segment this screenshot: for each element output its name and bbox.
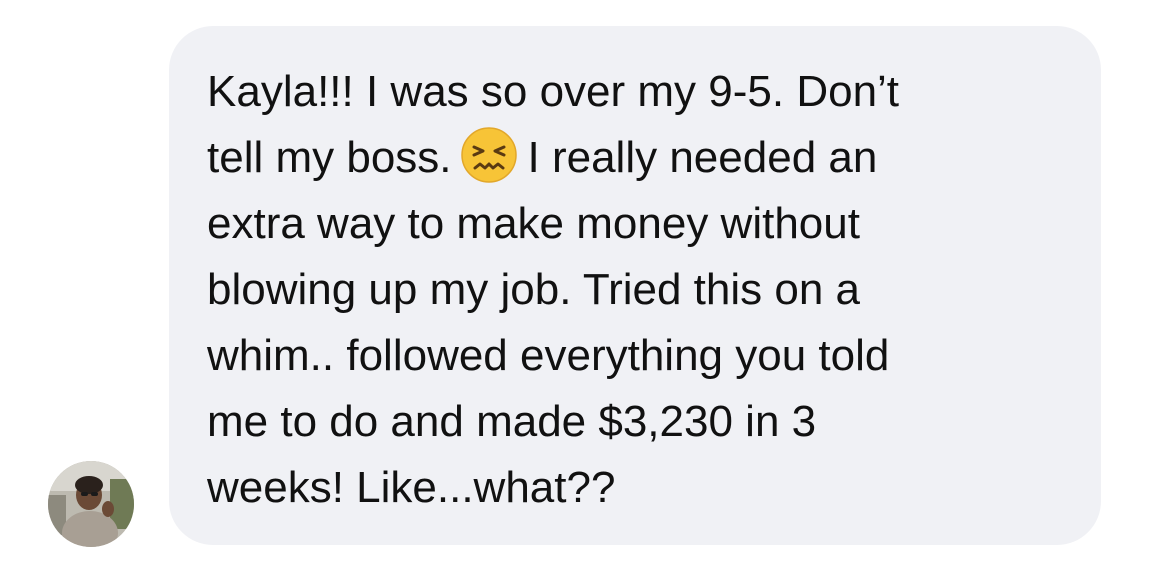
message-text: tell my boss. xyxy=(207,133,452,182)
confounded-face-icon xyxy=(460,126,518,184)
message-text: I really needed an xyxy=(527,133,878,182)
user-photo-avatar-icon xyxy=(48,461,134,547)
message-line: weeks! Like...what?? xyxy=(207,463,616,512)
message-line: whim.. followed everything you told xyxy=(207,331,890,380)
message-bubble[interactable]: Kayla!!! I was so over my 9-5. Don’t tel… xyxy=(169,26,1101,545)
message-line: extra way to make money without xyxy=(207,199,860,248)
message-line: tell my boss. I really needed an xyxy=(207,125,1071,191)
chat-conversation: Kayla!!! I was so over my 9-5. Don’t tel… xyxy=(0,0,1160,565)
message-line: blowing up my job. Tried this on a xyxy=(207,265,861,314)
message-line: me to do and made $3,230 in 3 xyxy=(207,397,817,446)
message-line: Kayla!!! I was so over my 9-5. Don’t xyxy=(207,67,900,116)
sender-avatar[interactable] xyxy=(48,461,134,547)
